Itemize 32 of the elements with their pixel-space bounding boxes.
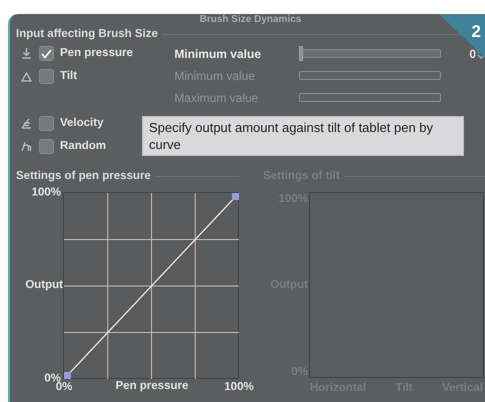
axis-tick-label: 100% — [224, 380, 254, 394]
triangle-icon — [20, 72, 32, 82]
axis-label: Pen pressure — [116, 380, 188, 392]
panel-title: Brush Size Dynamics — [200, 14, 302, 26]
slider-track[interactable] — [299, 93, 442, 102]
curve-handle[interactable] — [64, 372, 71, 378]
checkbox-label: Pen pressure — [60, 46, 133, 62]
axis-tick-label: 100% — [32, 186, 61, 199]
value-text: 0 — [469, 46, 476, 63]
checkbox[interactable] — [39, 116, 54, 132]
checkmark-icon — [41, 48, 52, 59]
checkbox[interactable] — [39, 139, 54, 154]
checkbox-label: Tilt — [60, 69, 78, 84]
tooltip: Specify output amount against tilt of tablet pen by curve — [142, 116, 464, 156]
curve-handle[interactable] — [232, 192, 239, 200]
group-title: Input affecting Brush Size — [16, 27, 158, 42]
slider-label: Minimum value — [174, 68, 256, 85]
slider-track[interactable] — [299, 49, 442, 58]
pen-pressure-icon — [20, 48, 32, 60]
checkbox[interactable] — [39, 46, 54, 62]
velocity-icon — [20, 118, 32, 130]
random-icon — [20, 141, 32, 152]
checkbox[interactable] — [39, 69, 54, 84]
slider-track[interactable] — [299, 71, 442, 80]
axis-label: Output — [25, 278, 63, 292]
slider-handle[interactable] — [299, 46, 304, 62]
checkbox-label: Random — [60, 139, 106, 154]
slider-label: Maximum value — [174, 90, 260, 107]
checkbox-label: Velocity — [60, 116, 104, 132]
slider-label: Minimum value — [174, 46, 262, 63]
axis-tick-label: 0% — [56, 380, 72, 394]
section-title: Settings of pen pressure — [16, 169, 151, 184]
